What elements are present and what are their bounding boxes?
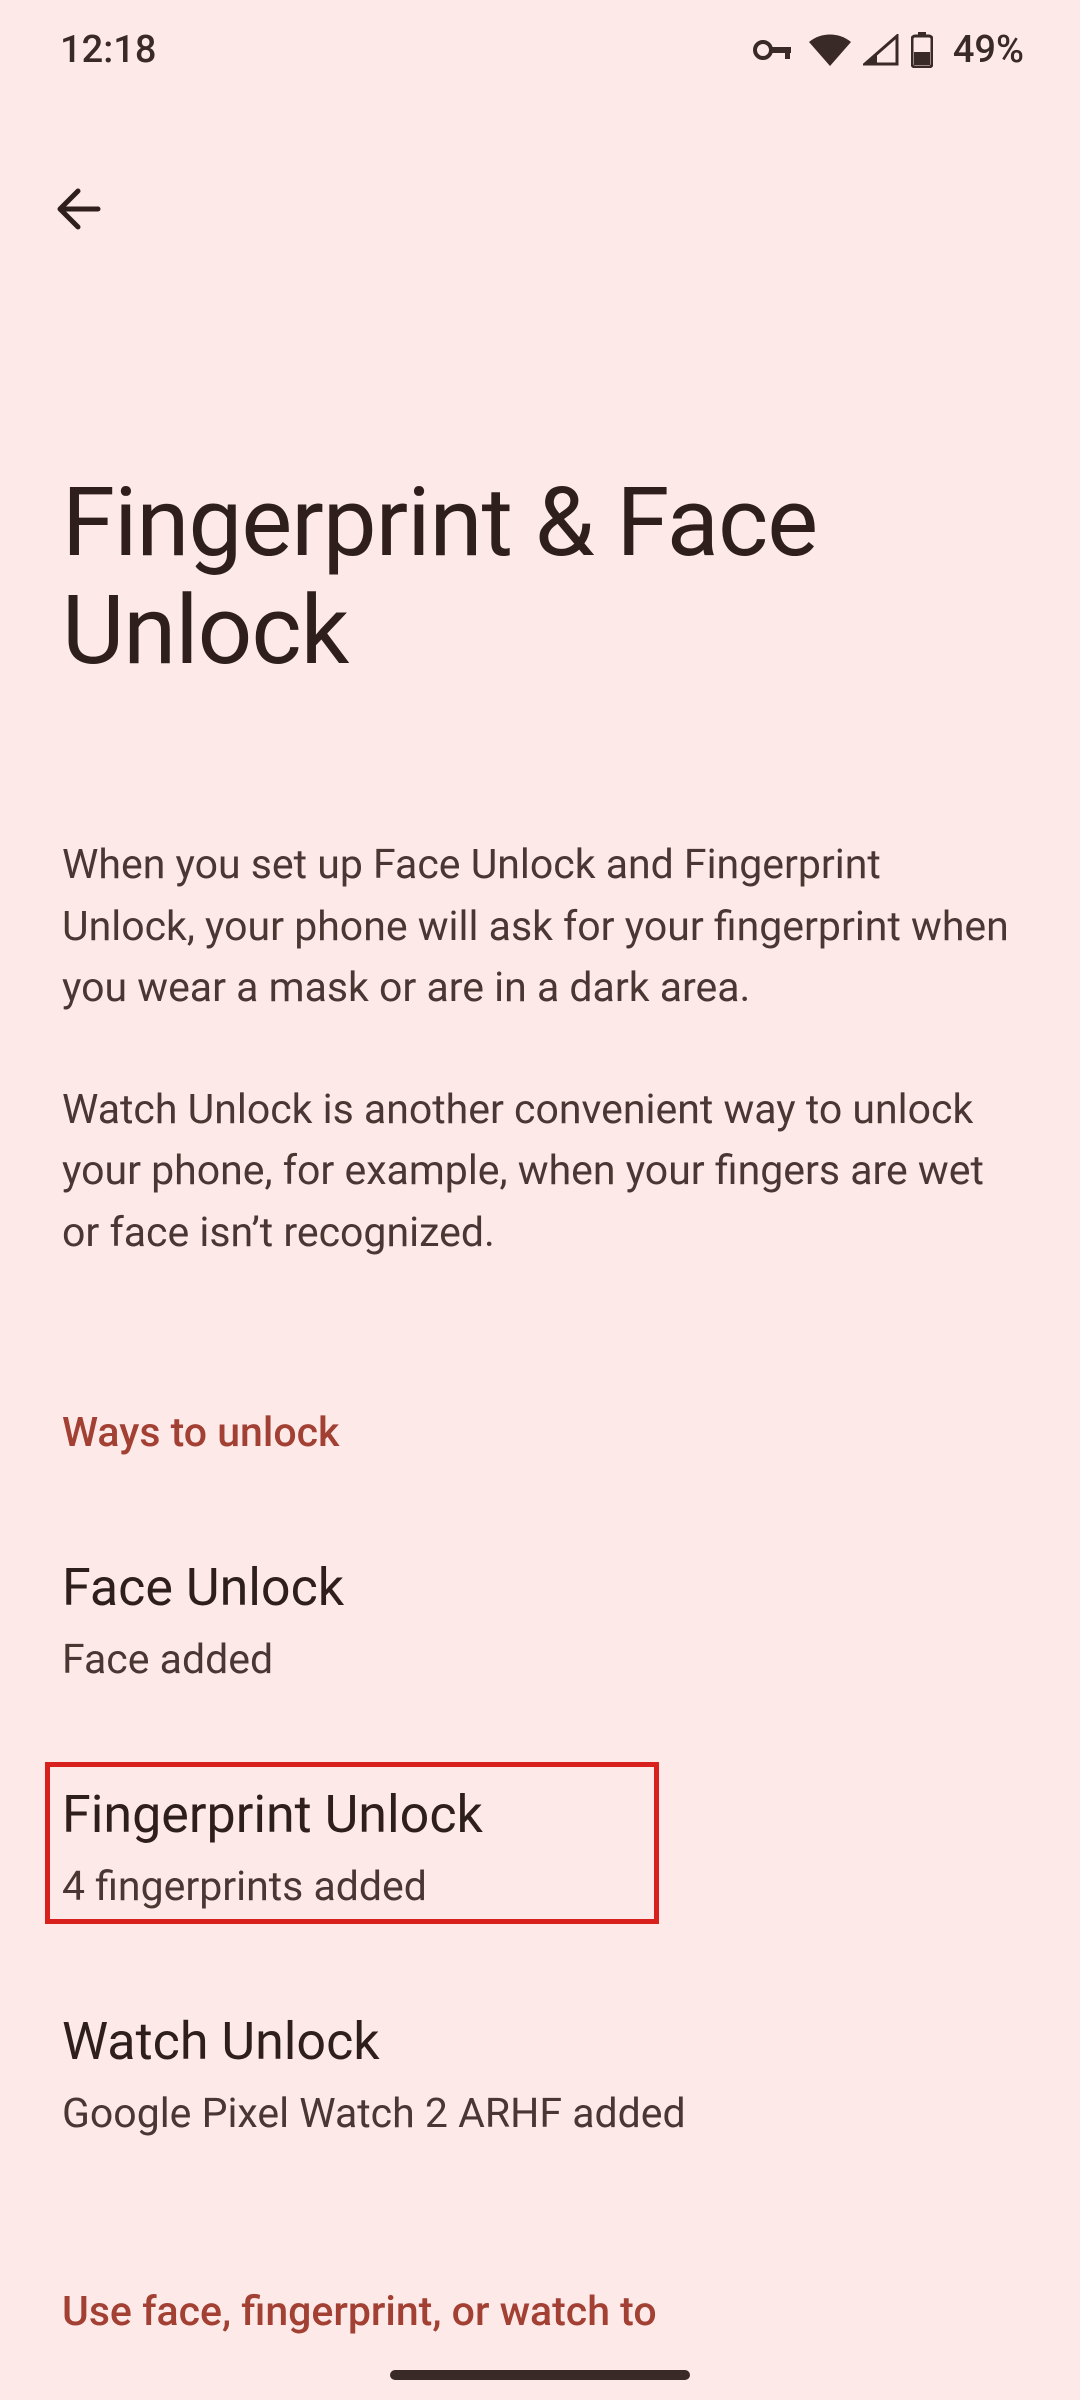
back-button[interactable]: [48, 180, 108, 240]
page-title: Fingerprint & Face Unlock: [62, 470, 1018, 685]
item-face-unlock[interactable]: Face Unlock Face added: [62, 1557, 1018, 1684]
battery-icon: [911, 32, 933, 68]
item-title: Watch Unlock: [62, 2011, 1018, 2072]
item-watch-unlock[interactable]: Watch Unlock Google Pixel Watch 2 ARHF a…: [62, 2011, 1018, 2138]
section-header-ways: Ways to unlock: [62, 1409, 1018, 1457]
item-fingerprint-unlock[interactable]: Fingerprint Unlock 4 fingerprints added: [62, 1784, 1018, 1911]
battery-percentage: 49%: [953, 28, 1024, 72]
intro-paragraph-2: Watch Unlock is another convenient way t…: [62, 1080, 1018, 1265]
item-sub: 4 fingerprints added: [62, 1863, 1018, 1911]
item-sub: Google Pixel Watch 2 ARHF added: [62, 2090, 1018, 2138]
section-header-use: Use face, fingerprint, or watch to: [62, 2288, 1018, 2336]
item-title: Fingerprint Unlock: [62, 1784, 1018, 1845]
signal-icon: [863, 34, 899, 66]
status-bar: 12:18 49%: [0, 0, 1080, 100]
nav-handle[interactable]: [390, 2370, 690, 2380]
item-title: Face Unlock: [62, 1557, 1018, 1618]
item-sub: Face added: [62, 1636, 1018, 1684]
intro-text: When you set up Face Unlock and Fingerpr…: [62, 835, 1018, 1264]
wifi-icon: [809, 34, 851, 66]
status-time: 12:18: [60, 28, 156, 72]
vpn-key-icon: [753, 38, 797, 62]
intro-paragraph-1: When you set up Face Unlock and Fingerpr…: [62, 835, 1018, 1020]
status-right: 49%: [753, 28, 1024, 72]
arrow-left-icon: [52, 183, 104, 238]
